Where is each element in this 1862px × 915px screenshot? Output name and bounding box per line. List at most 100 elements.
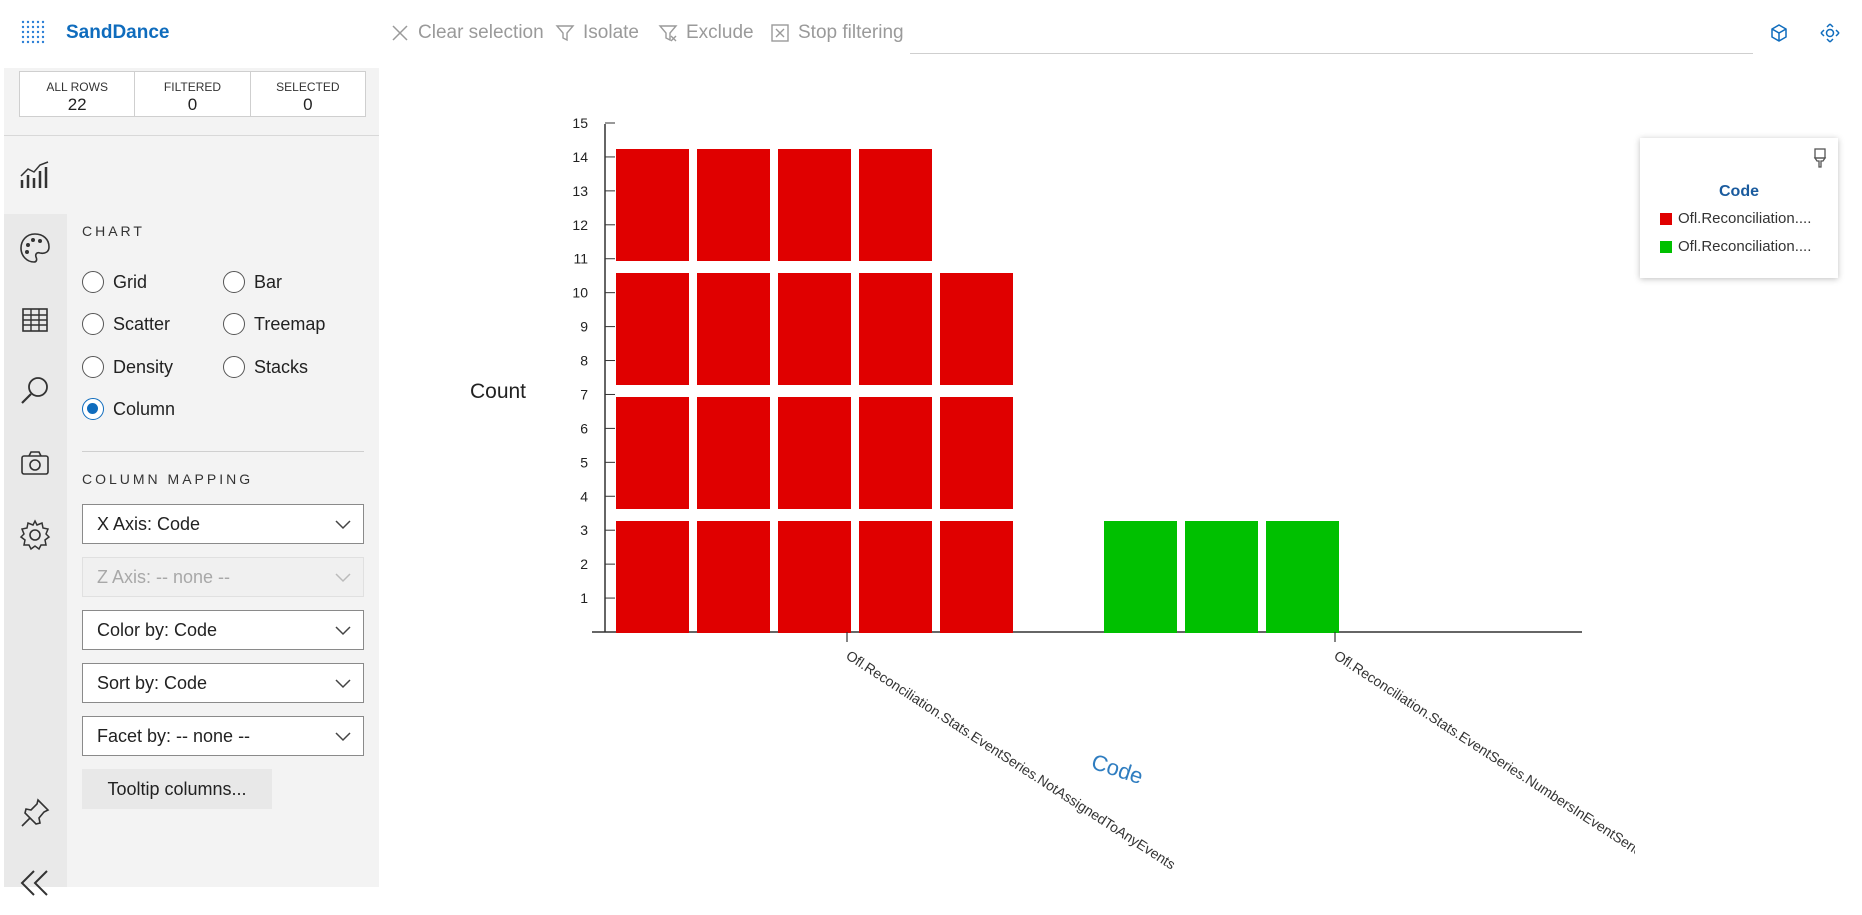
y-tick-label: 9: [580, 319, 588, 335]
y-tick-label: 1: [580, 590, 588, 606]
chart-type-treemap[interactable]: Treemap: [223, 313, 325, 335]
x-axis-value: X Axis: Code: [97, 513, 201, 534]
legend-label: Ofl.Reconciliation....: [1678, 210, 1812, 227]
legend-title[interactable]: Code: [1640, 183, 1838, 201]
funnel-icon: [555, 25, 575, 42]
clear-selection-label: Clear selection: [418, 22, 544, 43]
sort-by-value: Sort by: Code: [97, 672, 208, 693]
clear-selection-button[interactable]: Clear selection: [390, 22, 544, 44]
row-counts: ALL ROWS 22 FILTERED 0 SELECTED 0: [19, 71, 366, 117]
chart-type-label: Density: [113, 356, 174, 377]
selected-count[interactable]: SELECTED 0: [251, 72, 365, 116]
stop-filtering-label: Stop filtering: [798, 22, 904, 43]
data-mark: [616, 521, 689, 633]
radio-circle: [82, 313, 104, 335]
data-mark: [778, 273, 851, 385]
y-tick-label: 7: [580, 386, 588, 402]
top-toolbar: SandDance Clear selection Isolate Exclud…: [0, 0, 1862, 68]
app-title[interactable]: SandDance: [66, 22, 169, 44]
data-mark: [697, 397, 770, 509]
column-chart[interactable]: 123456789101112131415CountOfl.Reconcilia…: [380, 68, 1635, 888]
chart-type-grid[interactable]: Grid: [82, 271, 147, 293]
palette-icon[interactable]: [18, 231, 52, 265]
column-mapping-title: COLUMN MAPPING: [82, 471, 254, 487]
chevron-down-icon: [335, 626, 351, 636]
search-icon[interactable]: [18, 374, 52, 408]
all-rows-count[interactable]: ALL ROWS 22: [20, 72, 136, 116]
chevron-down-icon: [335, 573, 351, 583]
chevron-down-icon: [335, 520, 351, 530]
cube-icon[interactable]: [1768, 22, 1790, 44]
data-mark: [1104, 521, 1177, 633]
legend-item[interactable]: Ofl.Reconciliation....: [1660, 210, 1811, 227]
data-mark: [940, 521, 1013, 633]
icon-rail: [4, 136, 67, 896]
data-mark: [940, 397, 1013, 509]
y-axis-label: Count: [470, 380, 526, 403]
gear-icon[interactable]: [18, 518, 52, 552]
data-mark: [616, 273, 689, 385]
sanddance-logo-icon: [21, 20, 45, 44]
y-tick-label: 13: [572, 183, 588, 199]
legend-item[interactable]: Ofl.Reconciliation....: [1660, 238, 1811, 255]
radio-circle: [223, 356, 245, 378]
chart-type-stacks[interactable]: Stacks: [223, 356, 308, 378]
chart-icon[interactable]: [18, 158, 52, 192]
data-mark: [697, 149, 770, 261]
x-axis-label: Code: [1088, 749, 1146, 789]
filtered-label: FILTERED: [163, 80, 222, 94]
z-axis-dropdown: Z Axis: -- none --: [82, 557, 364, 597]
stop-filtering-button[interactable]: Stop filtering: [770, 22, 904, 44]
legend-swatch: [1660, 240, 1672, 253]
data-mark: [616, 149, 689, 261]
facet-by-dropdown[interactable]: Facet by: -- none --: [82, 716, 364, 756]
selected-label: SELECTED: [276, 80, 340, 94]
data-mark: [778, 397, 851, 509]
stop-filter-icon: [771, 24, 789, 42]
radio-circle: [82, 356, 104, 378]
chart-type-label: Treemap: [254, 313, 326, 334]
collapse-icon[interactable]: [18, 866, 52, 900]
data-mark: [859, 521, 932, 633]
y-tick-label: 10: [572, 285, 588, 301]
sort-by-dropdown[interactable]: Sort by: Code: [82, 663, 364, 703]
chart-type-label: Bar: [254, 271, 283, 292]
data-mark: [859, 397, 932, 509]
tooltip-columns-button[interactable]: Tooltip columns...: [82, 769, 272, 809]
selected-value: 0: [303, 95, 313, 114]
data-mark: [778, 521, 851, 633]
chart-type-scatter[interactable]: Scatter: [82, 313, 170, 335]
y-tick-label: 2: [580, 556, 588, 572]
y-tick-label: 8: [580, 353, 588, 369]
radio-circle: [223, 271, 245, 293]
filtered-count[interactable]: FILTERED 0: [135, 72, 251, 116]
isolate-label: Isolate: [583, 22, 639, 43]
isolate-button[interactable]: Isolate: [555, 22, 639, 44]
camera-icon[interactable]: [18, 446, 52, 480]
close-icon: [392, 25, 408, 41]
fit-view-icon[interactable]: [1819, 22, 1841, 44]
chart-settings: CHART Grid Bar Scatter Treemap Density S…: [67, 136, 379, 887]
color-by-value: Color by: Code: [97, 619, 218, 640]
data-mark: [859, 149, 932, 261]
chart-type-column[interactable]: Column: [82, 398, 175, 420]
data-mark: [859, 273, 932, 385]
side-panel: ALL ROWS 22 FILTERED 0 SELECTED 0 CHART …: [4, 68, 379, 896]
data-mark: [697, 521, 770, 633]
table-icon[interactable]: [18, 303, 52, 337]
chart-type-label: Grid: [113, 271, 148, 292]
chart-type-label: Scatter: [113, 313, 171, 334]
chart-type-density[interactable]: Density: [82, 356, 173, 378]
y-tick-label: 4: [580, 488, 588, 504]
pin-icon[interactable]: [18, 796, 52, 830]
y-tick-label: 6: [580, 420, 588, 436]
data-mark: [616, 397, 689, 509]
x-axis-dropdown[interactable]: X Axis: Code: [82, 504, 364, 544]
exclude-button[interactable]: Exclude: [658, 22, 754, 44]
color-by-dropdown[interactable]: Color by: Code: [82, 610, 364, 650]
all-rows-value: 22: [67, 95, 87, 114]
y-tick-label: 15: [572, 115, 588, 131]
paintbrush-icon[interactable]: [1812, 148, 1828, 168]
chart-type-bar[interactable]: Bar: [223, 271, 282, 293]
data-mark: [697, 273, 770, 385]
